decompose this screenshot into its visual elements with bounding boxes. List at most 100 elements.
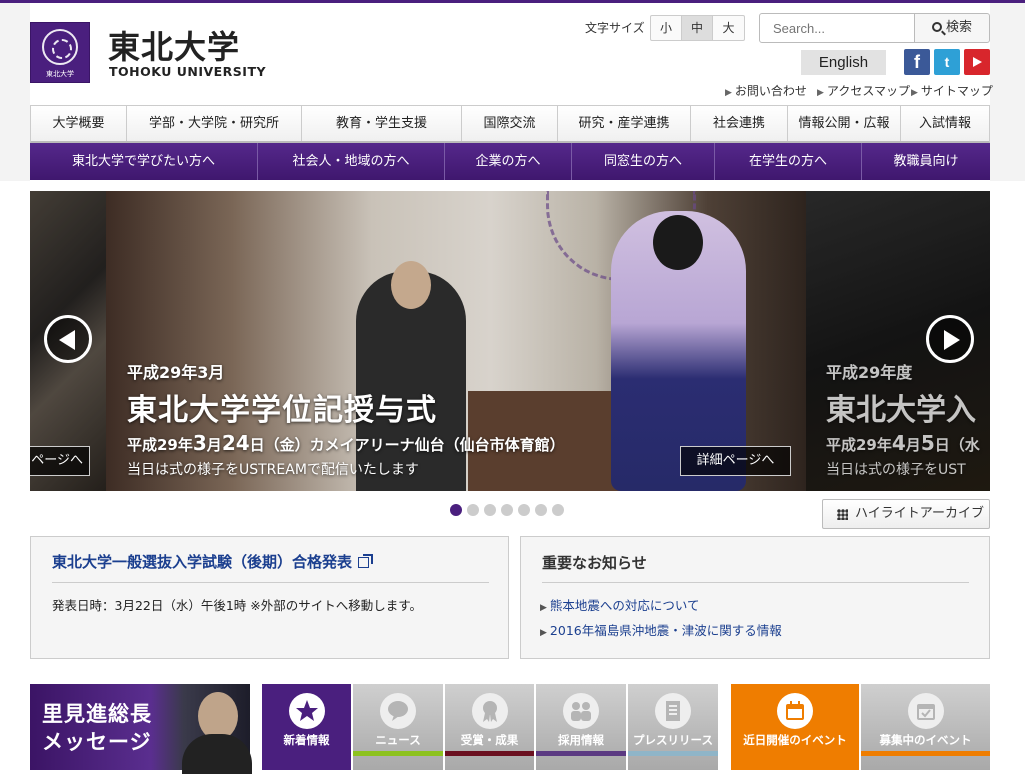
audience-nav-staff[interactable]: 教職員向け (862, 143, 990, 180)
divider (52, 582, 489, 583)
hero-sub-month: 3 (192, 431, 207, 455)
gnav-item-community[interactable]: 社会連携 (691, 106, 788, 141)
gnav-item-research[interactable]: 研究・産学連携 (558, 106, 691, 141)
prev-slide-detail-button[interactable]: ページへ (30, 446, 90, 476)
twitter-icon[interactable]: t (934, 49, 960, 75)
triangle-icon: ▶ (540, 628, 547, 638)
admission-notice-link[interactable]: 東北大学一般選抜入学試験（後期）合格発表 (52, 551, 374, 572)
triangle-icon: ▶ (725, 88, 732, 98)
hero-detail-button[interactable]: 詳細ページへ (680, 446, 791, 476)
tab-press-release[interactable]: プレスリリース (628, 684, 718, 770)
hero-sub-day: 24 (221, 431, 250, 455)
carousel-prev-arrow-icon[interactable] (44, 315, 92, 363)
audience-nav-alumni[interactable]: 同窓生の方へ (572, 143, 715, 180)
tab-label: プレスリリース (633, 733, 713, 747)
logo-japanese[interactable]: 東北大学 (108, 22, 240, 68)
tab-whats-new[interactable]: 新着情報 (262, 684, 351, 770)
gnav-item-faculties[interactable]: 学部・大学院・研究所 (127, 106, 302, 141)
hero-sub-venue: 日（金）カメイアリーナ仙台（仙台市体育館） (249, 436, 565, 454)
triangle-icon: ▶ (817, 88, 824, 98)
tab-label: 新着情報 (283, 733, 330, 747)
next-sub-day: 5 (920, 431, 935, 455)
tab-upcoming-events[interactable]: 近日開催のイベント (731, 684, 859, 770)
hero-carousel: 平成29年3月 東北大学学位記授与式 平成29年3月24日（金）カメイアリーナ仙… (30, 191, 990, 491)
util-link-sitemap[interactable]: ▶ サイトマップ (911, 82, 993, 99)
tab-awards[interactable]: 受賞・成果 (445, 684, 534, 770)
grid-icon (837, 509, 848, 520)
president-message-banner[interactable]: 里見進総長 メッセージ (30, 684, 252, 774)
admission-notice-panel: 東北大学一般選抜入学試験（後期）合格発表 発表日時：3月22日（水）午後1時 ※… (30, 536, 509, 659)
carousel-dot[interactable] (501, 504, 513, 516)
carousel-dot[interactable] (450, 504, 462, 516)
notice-item[interactable]: ▶ 熊本地震への対応について (540, 595, 700, 614)
tab-label: 募集中のイベント (879, 733, 972, 747)
hero-sub-month-unit: 月 (206, 436, 222, 454)
logo-english[interactable]: TOHOKU UNIVERSITY (109, 64, 266, 79)
next-sub-month: 4 (891, 431, 906, 455)
audience-nav-community[interactable]: 社会人・地域の方へ (258, 143, 445, 180)
carousel-dot[interactable] (535, 504, 547, 516)
tab-color-bar (628, 751, 718, 756)
president-photo (198, 692, 238, 740)
english-button[interactable]: English (801, 50, 886, 75)
util-link-label: アクセスマップ (826, 84, 910, 98)
audience-nav-business[interactable]: 企業の方へ (445, 143, 572, 180)
carousel-dot[interactable] (518, 504, 530, 516)
important-notices-panel: 重要なお知らせ ▶ 熊本地震への対応について ▶ 2016年福島県沖地震・津波に関す… (520, 536, 990, 659)
search-input[interactable] (759, 13, 915, 43)
triangle-icon: ▶ (911, 88, 918, 98)
gnav-item-international[interactable]: 国際交流 (462, 106, 558, 141)
carousel-dot[interactable] (552, 504, 564, 516)
font-size-switcher: 小 中 大 (650, 15, 745, 41)
important-notices-title: 重要なお知らせ (542, 554, 647, 572)
audience-nav-students[interactable]: 在学生の方へ (715, 143, 862, 180)
gnav-item-about[interactable]: 大学概要 (31, 106, 127, 141)
carousel-dot[interactable] (484, 504, 496, 516)
search-icon (931, 22, 942, 32)
president-line1: 里見進総長 (42, 702, 152, 726)
notice-item[interactable]: ▶ 2016年福島県沖地震・津波に関する情報 (540, 620, 782, 639)
archive-button-label: ハイライトアーカイブ (855, 506, 984, 521)
util-link-access[interactable]: ▶ アクセスマップ (817, 82, 910, 99)
hero-date: 平成29年3月 (127, 363, 225, 382)
font-size-large-button[interactable]: 大 (713, 16, 744, 40)
carousel-pagination (450, 504, 564, 516)
tab-color-bar (536, 751, 626, 756)
next-slide-date: 平成29年度 (826, 363, 913, 382)
divider (542, 582, 969, 583)
font-size-small-button[interactable]: 小 (651, 16, 682, 40)
audience-nav-prospective[interactable]: 東北大学で学びたい方へ (30, 143, 258, 180)
admission-notice-text: 発表日時：3月22日（水）午後1時 ※外部のサイトへ移動します。 (52, 598, 423, 613)
notice-item-label: 2016年福島県沖地震・津波に関する情報 (549, 623, 782, 638)
university-seal-logo[interactable]: 東北大学 (30, 22, 90, 83)
seal-text: 東北大学 (46, 70, 74, 78)
next-slide-subtitle: 平成29年4月5日（水 (826, 431, 980, 455)
util-link-contact[interactable]: ▶ お問い合わせ (725, 82, 807, 99)
search-button[interactable]: 検索 (914, 13, 990, 43)
hero-description: 当日は式の様子をUSTREAMで配信いたします (127, 462, 419, 478)
font-size-medium-button[interactable]: 中 (682, 16, 713, 40)
global-nav: 大学概要 学部・大学院・研究所 教育・学生支援 国際交流 研究・産学連携 社会連… (30, 105, 990, 143)
carousel-next-arrow-icon[interactable] (926, 315, 974, 363)
tab-recruitment[interactable]: 採用情報 (536, 684, 626, 770)
tab-color-bar (861, 751, 990, 756)
youtube-icon[interactable] (964, 49, 990, 75)
util-link-label: サイトマップ (920, 84, 993, 98)
gnav-item-admissions[interactable]: 入試情報 (901, 106, 989, 141)
tab-open-events[interactable]: 募集中のイベント (861, 684, 990, 770)
gnav-item-pr[interactable]: 情報公開・広報 (788, 106, 901, 141)
next-sub-month-unit: 月 (905, 436, 921, 454)
highlight-archive-button[interactable]: ハイライトアーカイブ (822, 499, 990, 529)
next-slide-description: 当日は式の様子をUST (826, 462, 966, 478)
tab-color-bar (353, 751, 443, 756)
facebook-icon[interactable]: f (904, 49, 930, 75)
carousel-dot[interactable] (467, 504, 479, 516)
gnav-item-education[interactable]: 教育・学生支援 (302, 106, 462, 141)
medal-icon (471, 693, 508, 729)
speaker-figure (356, 261, 466, 491)
tab-news[interactable]: ニュース (353, 684, 443, 770)
document-icon (655, 693, 691, 729)
hero-title: 東北大学学位記授与式 (127, 393, 437, 428)
tab-label: ニュース (375, 733, 421, 747)
triangle-icon: ▶ (540, 603, 547, 613)
